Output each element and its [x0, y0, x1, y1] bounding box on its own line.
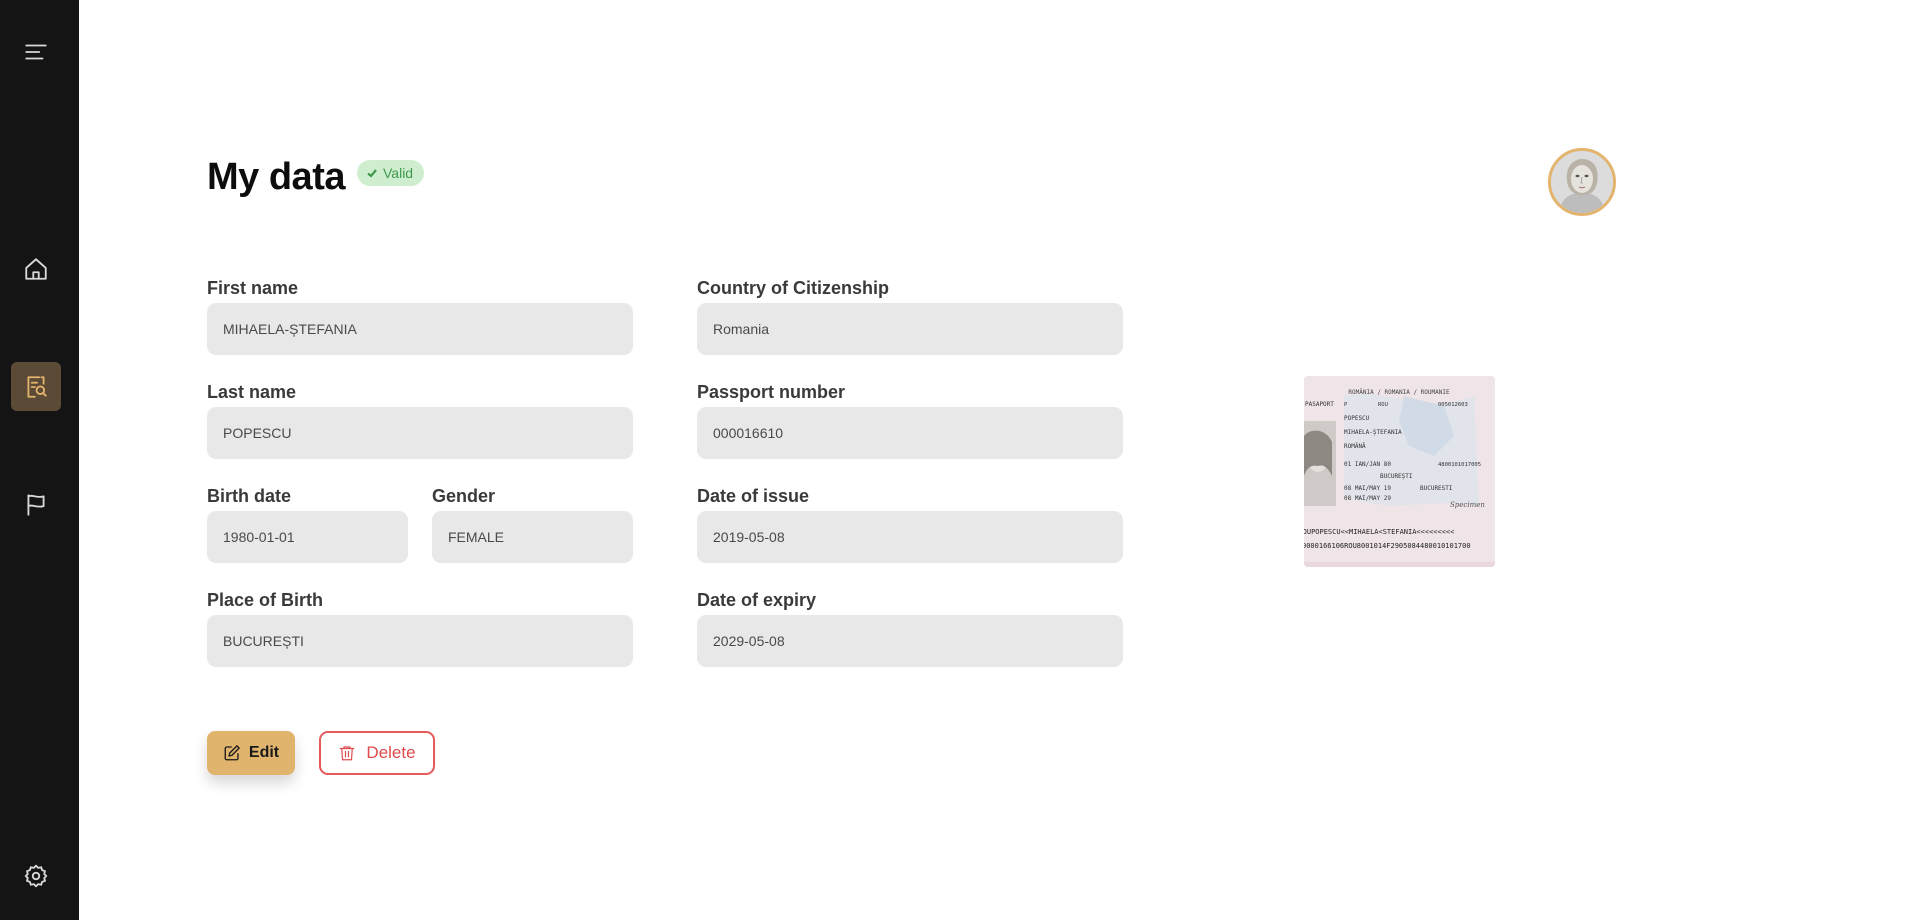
svg-text:BUCURESTI: BUCURESTI: [1420, 485, 1453, 492]
passport-issue-text: 08 MAI/MAY 19: [1344, 485, 1391, 492]
svg-text:005012603: 005012603: [1438, 402, 1468, 408]
date-of-expiry-field[interactable]: [697, 615, 1123, 667]
passport-header-text: ROMÂNIA / ROMANIA / ROUMANIE: [1348, 389, 1450, 396]
passport-surname-text: POPESCU: [1344, 415, 1370, 422]
passport-mrz-line-1: P<ROUPOPESCU<<MIHAELA<STEFANIA<<<<<<<<<: [1304, 528, 1454, 536]
sidebar: [0, 0, 79, 920]
place-of-birth-field[interactable]: [207, 615, 633, 667]
date-of-expiry-label: Date of expiry: [697, 590, 817, 610]
status-badge-label: Valid: [383, 165, 414, 181]
avatar[interactable]: [1548, 148, 1616, 216]
delete-button-label: Delete: [366, 743, 416, 762]
gender-label: Gender: [432, 486, 496, 506]
sidebar-item-settings[interactable]: [11, 851, 61, 900]
passport-number-label: Passport number: [697, 382, 846, 402]
passport-type-text: PASAPORT: [1305, 401, 1334, 408]
birth-date-field[interactable]: [207, 511, 408, 563]
page-title: My data: [207, 156, 345, 198]
date-of-issue-label: Date of issue: [697, 486, 810, 506]
menu-icon: [25, 44, 47, 59]
last-name-label: Last name: [207, 382, 297, 402]
citizenship-label: Country of Citizenship: [697, 278, 889, 298]
sidebar-item-flag[interactable]: [11, 480, 61, 529]
gear-icon: [24, 864, 48, 887]
edit-icon: [224, 745, 240, 761]
passport-number-field[interactable]: [697, 407, 1123, 459]
check-icon: [367, 169, 377, 178]
trash-icon: [340, 746, 355, 761]
passport-birth-text: 01 IAN/JAN 80: [1344, 461, 1391, 468]
citizenship-field[interactable]: [697, 303, 1123, 355]
home-icon: [25, 257, 47, 280]
flag-icon: [27, 493, 45, 516]
menu-toggle-button[interactable]: [11, 27, 61, 76]
edit-button-label: Edit: [248, 744, 280, 761]
passport-scan-image: ROMÂNIA / ROMANIA / ROUMANIE PASAPORT 00…: [1304, 376, 1495, 567]
sidebar-item-home[interactable]: [11, 244, 61, 293]
edit-button[interactable]: Edit: [207, 731, 295, 775]
passport-nationality-text: ROMÂNĂ: [1344, 443, 1366, 450]
birth-date-label: Birth date: [207, 486, 292, 506]
user-photo: [1551, 151, 1613, 213]
first-name-label: First name: [207, 278, 299, 298]
delete-button[interactable]: Delete: [319, 731, 435, 775]
passport-mrz-line-2: 0000166106ROU8001014F2905084480010101700: [1304, 542, 1471, 550]
place-of-birth-label: Place of Birth: [207, 590, 324, 610]
gender-field[interactable]: [432, 511, 633, 563]
passport-expiry-text: 08 MAI/MAY 29: [1344, 495, 1391, 502]
status-badge: Valid: [357, 160, 425, 186]
passport-specimen-text: Specimen: [1450, 501, 1485, 509]
document-search-icon: [27, 375, 47, 398]
passport-place-text: BUCUREȘTI: [1380, 473, 1413, 480]
sidebar-item-my-data[interactable]: [11, 362, 61, 411]
svg-text:ROU: ROU: [1378, 402, 1388, 408]
first-name-field[interactable]: [207, 303, 633, 355]
last-name-field[interactable]: [207, 407, 633, 459]
passport-given-names-text: MIHAELA-ȘTEFANIA: [1344, 429, 1402, 436]
svg-text:4800101017005: 4800101017005: [1438, 462, 1481, 468]
date-of-issue-field[interactable]: [697, 511, 1123, 563]
